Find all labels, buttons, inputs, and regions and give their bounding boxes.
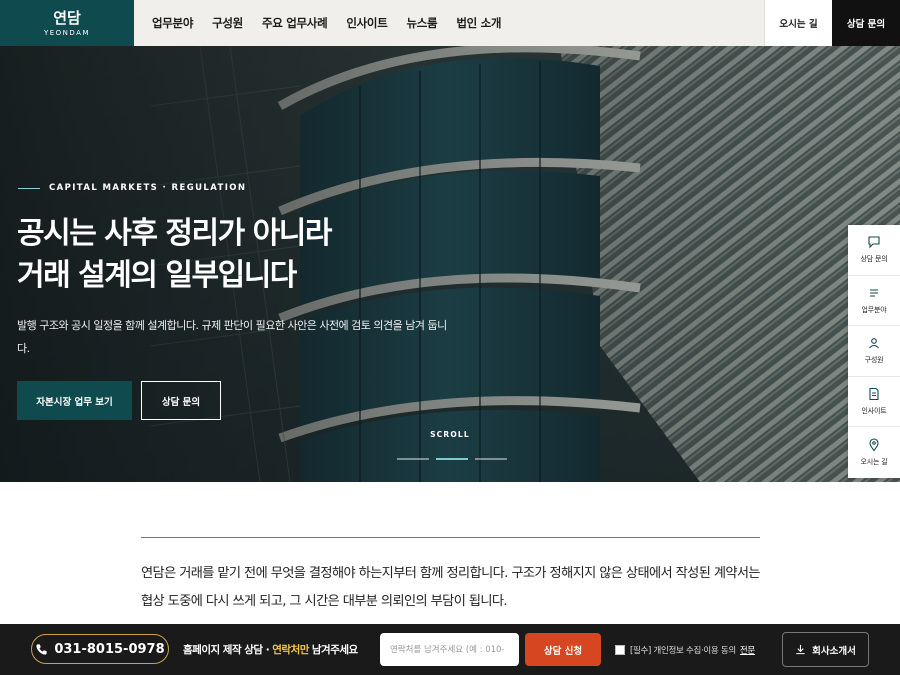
hero-title-line-1: 공시는 사후 정리가 아니라 — [17, 216, 332, 251]
quick-insights-label: 인사이트 — [861, 407, 887, 416]
location-pin-icon — [869, 438, 879, 452]
phone-button[interactable]: 031-8015-0978 — [31, 634, 169, 664]
eyebrow-line — [18, 187, 40, 189]
site-header: 연담 YEONDAM 업무분야 구성원 주요 업무사례 인사이트 뉴스룸 법인 … — [0, 0, 900, 46]
nav-item-insights[interactable]: 인사이트 — [346, 15, 387, 31]
quick-practice[interactable]: 업무분야 — [848, 276, 900, 327]
hero-description: 발행 구조와 공시 일정을 함께 설계합니다. 규제 판단이 필요한 사안은 사… — [17, 319, 447, 355]
hero-eyebrow-text: CAPITAL MARKETS · REGULATION — [49, 183, 247, 193]
hero-eyebrow: CAPITAL MARKETS · REGULATION — [18, 183, 246, 193]
hero-title-line-2: 거래 설계의 일부입니다 — [17, 258, 297, 293]
promo-text: 홈페이지 제작 상담 · 연락처만 남겨주세요 — [183, 624, 358, 675]
scroll-label: SCROLL — [430, 430, 470, 439]
list-icon — [870, 289, 878, 297]
quick-menu: 상담 문의 업무분야 구성원 인사이트 오시는 길 — [848, 225, 900, 478]
company-brochure-button[interactable]: 회사소개서 — [782, 632, 869, 667]
quick-insights[interactable]: 인사이트 — [848, 377, 900, 428]
slide-indicator — [397, 458, 507, 460]
slide-dot-2[interactable] — [436, 458, 468, 460]
quick-members-label: 구성원 — [864, 356, 884, 365]
quick-practice-label: 업무분야 — [861, 305, 887, 314]
nav-item-cases[interactable]: 주요 업무사례 — [262, 15, 328, 31]
download-icon — [796, 644, 805, 655]
capital-markets-button[interactable]: 자본시장 업무 보기 — [17, 381, 132, 420]
header-actions: 오시는 길 상담 문의 — [764, 0, 900, 46]
directions-button[interactable]: 오시는 길 — [764, 0, 832, 46]
quick-consult[interactable]: 상담 문의 — [848, 225, 900, 276]
phone-number: 031-8015-0978 — [54, 641, 165, 657]
main-nav: 업무분야 구성원 주요 업무사례 인사이트 뉴스룸 법인 소개 — [134, 0, 520, 46]
promo-highlight: 연락처만 — [272, 644, 309, 656]
hero-title: 공시는 사후 정리가 아니라 거래 설계의 일부입니다 — [17, 213, 332, 297]
quick-consult-label: 상담 문의 — [860, 255, 888, 264]
quick-members[interactable]: 구성원 — [848, 326, 900, 377]
promo-suffix: 남겨주세요 — [311, 644, 358, 656]
consult-button[interactable]: 상담 문의 — [832, 0, 900, 46]
privacy-consent: [필수] 개인정보 수집·이용 동의 전문 — [615, 624, 755, 675]
consult-submit-button[interactable]: 상담 신청 — [525, 633, 601, 666]
phone-icon — [36, 643, 47, 655]
nav-item-members[interactable]: 구성원 — [212, 15, 243, 31]
document-icon — [869, 388, 879, 401]
person-icon — [869, 338, 879, 349]
slide-dot-1[interactable] — [397, 458, 429, 460]
logo-sub-text: YEONDAM — [43, 28, 91, 37]
intro-paragraph: 연담은 거래를 맡기 전에 무엇을 결정해야 하는지부터 함께 정리합니다. 구… — [141, 566, 761, 609]
nav-item-practice-areas[interactable]: 업무분야 — [152, 15, 193, 31]
slide-dot-3[interactable] — [475, 458, 507, 460]
bottom-contact-bar: 031-8015-0978 홈페이지 제작 상담 · 연락처만 남겨주세요 상담… — [0, 624, 900, 675]
logo-main-text: 연담 — [53, 8, 81, 27]
company-brochure-label: 회사소개서 — [812, 645, 856, 657]
quick-directions[interactable]: 오시는 길 — [848, 427, 900, 478]
nav-item-about[interactable]: 법인 소개 — [456, 15, 501, 31]
privacy-full-text-link[interactable]: 전문 — [740, 644, 755, 656]
quick-directions-label: 오시는 길 — [860, 458, 888, 467]
logo[interactable]: 연담 YEONDAM — [0, 0, 134, 46]
privacy-consent-label: [필수] 개인정보 수집·이용 동의 — [630, 645, 736, 656]
promo-prefix: 홈페이지 제작 상담 · — [183, 644, 270, 656]
hero-consult-button[interactable]: 상담 문의 — [141, 381, 221, 420]
privacy-checkbox[interactable] — [615, 644, 625, 655]
hero-banner: CAPITAL MARKETS · REGULATION 공시는 사후 정리가 … — [0, 46, 900, 482]
nav-item-newsroom[interactable]: 뉴스룸 — [406, 15, 437, 31]
section-divider — [141, 537, 760, 538]
chat-icon — [868, 236, 880, 249]
contact-number-input[interactable] — [380, 633, 519, 666]
